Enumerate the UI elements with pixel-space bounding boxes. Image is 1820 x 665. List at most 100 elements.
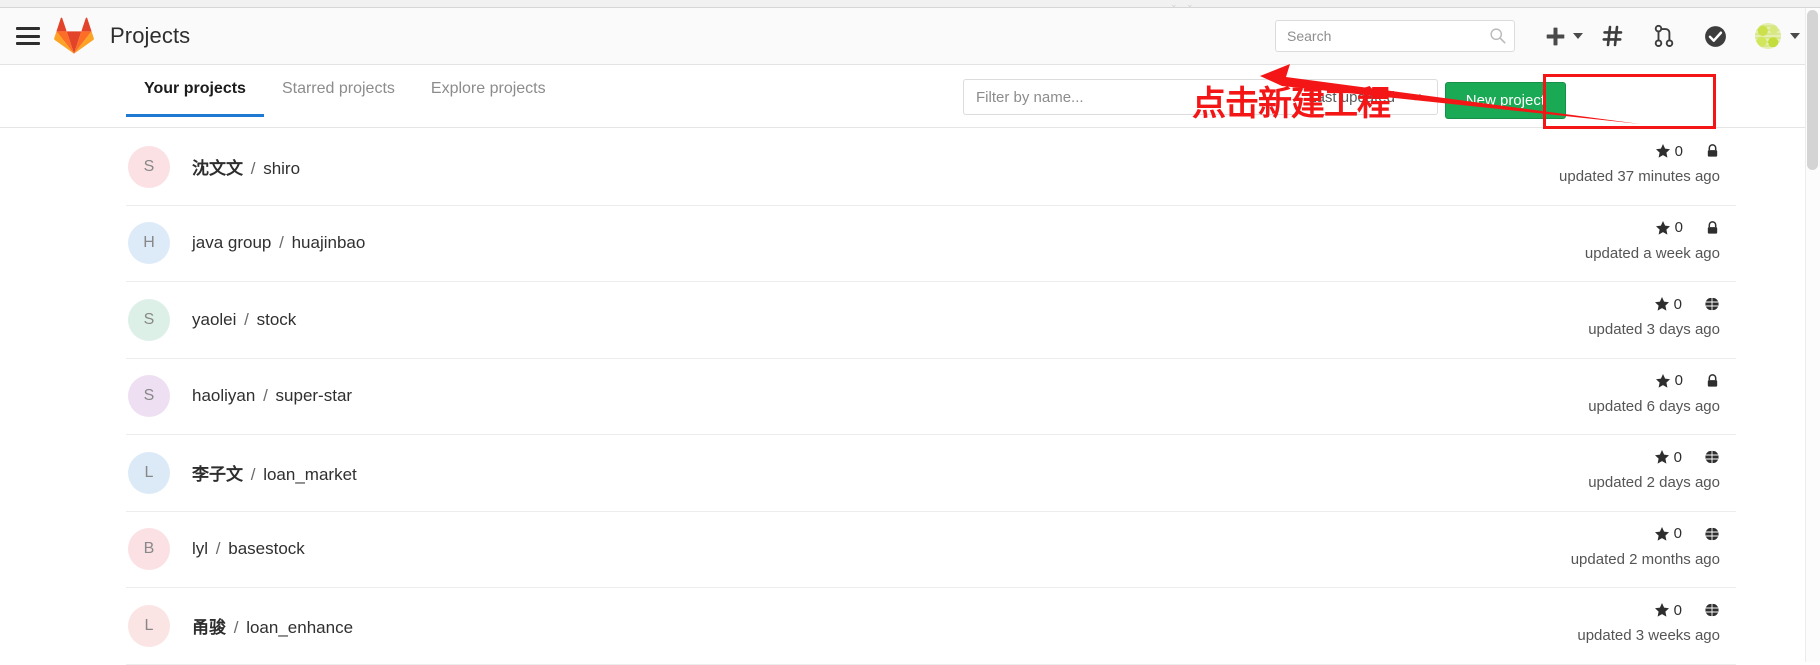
visibility-private-lock-icon — [1705, 373, 1720, 389]
projects-subheader: Your projects Starred projects Explore p… — [0, 66, 1820, 128]
star-icon — [1655, 373, 1670, 388]
browser-window-controls: ⌄ ⌄ — [1170, 0, 1197, 9]
visibility-private-lock-icon — [1705, 143, 1720, 159]
project-name-link[interactable]: yaolei / stock — [192, 310, 296, 330]
visibility-public-globe-icon — [1704, 296, 1720, 312]
browser-chrome-strip: ⌄ ⌄ — [0, 0, 1820, 9]
page-title: Projects — [110, 23, 191, 48]
filter-by-name-input[interactable] — [964, 80, 1309, 114]
table-row[interactable]: S 沈文文 / shiro 0 updated 37 minutes ago — [126, 129, 1736, 206]
name-separator: / — [250, 465, 256, 485]
avatar: S — [128, 298, 170, 341]
star-count-group[interactable]: 0 — [1655, 219, 1683, 236]
avatar: L — [128, 604, 170, 647]
table-row[interactable]: H java group / huajinbao 0 updated a wee… — [126, 206, 1736, 282]
row-meta: 0 updated 2 days ago — [1588, 447, 1720, 491]
project-name-link[interactable]: lyl / basestock — [192, 539, 305, 559]
search-field-wrapper — [1275, 20, 1515, 52]
row-meta: 0 updated a week ago — [1585, 218, 1720, 262]
star-count-group[interactable]: 0 — [1654, 449, 1682, 466]
visibility-private-lock-icon — [1705, 220, 1720, 236]
row-meta: 0 updated 2 months ago — [1571, 524, 1720, 568]
new-project-button[interactable]: New project — [1444, 82, 1566, 119]
visibility-public-globe-icon — [1704, 449, 1720, 465]
visibility-public-globe-icon — [1704, 526, 1720, 542]
updated-timestamp: updated 37 minutes ago — [1559, 168, 1720, 185]
visibility-public-globe-icon — [1704, 602, 1720, 618]
name-separator: / — [233, 618, 239, 638]
search-input[interactable] — [1275, 20, 1515, 52]
project-namespace: 沈文文 — [192, 159, 243, 179]
project-name: loan_enhance — [246, 618, 354, 638]
tab-your-projects[interactable]: Your projects — [126, 80, 264, 117]
updated-timestamp: updated a week ago — [1584, 244, 1720, 262]
top-navbar: Projects — [0, 8, 1820, 65]
star-count-group[interactable]: 0 — [1654, 525, 1682, 542]
star-count-group[interactable]: 0 — [1655, 143, 1683, 160]
star-count: 0 — [1673, 448, 1682, 466]
issues-hash-icon[interactable] — [1601, 16, 1625, 56]
plus-icon[interactable] — [1545, 16, 1566, 56]
star-count-group[interactable]: 0 — [1654, 296, 1682, 313]
navbar-right-group — [1275, 16, 1820, 56]
updated-timestamp: updated 3 weeks ago — [1577, 627, 1720, 644]
projects-list: S 沈文文 / shiro 0 updated 37 minutes ago H… — [126, 129, 1736, 665]
user-menu-chevron-icon[interactable] — [1790, 33, 1800, 39]
projects-tabs: Your projects Starred projects Explore p… — [126, 80, 564, 117]
project-name-link[interactable]: 李子文 / loan_market — [192, 460, 357, 485]
project-name: loan_market — [263, 465, 357, 485]
avatar: L — [128, 451, 170, 494]
project-name-link[interactable]: 甬骏 / loan_enhance — [192, 613, 353, 638]
filter-bar: Last updated — [963, 79, 1438, 115]
star-count-group[interactable]: 0 — [1654, 602, 1682, 619]
star-count: 0 — [1674, 142, 1683, 160]
chevron-down-icon[interactable] — [1407, 89, 1423, 105]
star-count: 0 — [1674, 372, 1683, 389]
star-icon — [1654, 603, 1669, 617]
project-namespace: java group — [192, 233, 272, 253]
todos-check-icon[interactable] — [1703, 16, 1728, 56]
updated-timestamp: updated 2 months ago — [1570, 550, 1720, 568]
star-count: 0 — [1674, 219, 1683, 236]
scrollbar-thumb[interactable] — [1807, 10, 1818, 170]
merge-request-icon[interactable] — [1652, 16, 1676, 56]
tab-explore-projects[interactable]: Explore projects — [413, 80, 564, 117]
sort-dropdown-label[interactable]: Last updated — [1308, 89, 1407, 106]
star-icon — [1654, 450, 1669, 464]
star-count: 0 — [1673, 601, 1682, 619]
project-name-link[interactable]: 沈文文 / shiro — [192, 154, 300, 179]
tab-starred-projects[interactable]: Starred projects — [264, 80, 413, 117]
project-namespace: 李子文 — [192, 465, 243, 485]
table-row[interactable]: L 甬骏 / loan_enhance 0 updated 3 weeks ag… — [126, 588, 1736, 665]
project-namespace: 甬骏 — [192, 618, 226, 638]
name-separator: / — [215, 539, 221, 559]
table-row[interactable]: S haoliyan / super-star 0 updated 6 days… — [126, 359, 1736, 435]
project-namespace: haoliyan — [192, 386, 256, 406]
updated-timestamp: updated 2 days ago — [1588, 474, 1720, 491]
row-meta: 0 updated 6 days ago — [1588, 371, 1720, 415]
table-row[interactable]: S yaolei / stock 0 updated 3 days ago — [126, 282, 1736, 359]
project-name-link[interactable]: haoliyan / super-star — [192, 386, 352, 406]
project-name-link[interactable]: java group / huajinbao — [192, 233, 365, 253]
gitlab-logo-icon[interactable] — [54, 17, 94, 55]
name-separator: / — [263, 386, 268, 406]
project-name: basestock — [228, 539, 305, 559]
star-count: 0 — [1673, 295, 1682, 313]
project-name: stock — [256, 309, 297, 329]
page-scrollbar[interactable] — [1805, 8, 1820, 662]
plus-dropdown-chevron-icon[interactable] — [1573, 33, 1583, 39]
star-icon — [1655, 144, 1670, 158]
table-row[interactable]: L 李子文 / loan_market 0 updated 2 days ago — [126, 435, 1736, 512]
project-namespace: yaolei — [192, 309, 237, 329]
star-count-group[interactable]: 0 — [1655, 372, 1683, 389]
avatar: S — [128, 375, 170, 418]
name-separator: / — [279, 233, 284, 253]
hamburger-icon[interactable] — [14, 25, 42, 47]
row-meta: 0 updated 3 weeks ago — [1577, 600, 1720, 644]
row-meta: 0 updated 3 days ago — [1588, 294, 1720, 338]
user-avatar-identicon[interactable] — [1755, 23, 1781, 49]
project-name: shiro — [263, 159, 301, 179]
star-icon — [1654, 526, 1669, 541]
star-count: 0 — [1673, 525, 1682, 542]
table-row[interactable]: B lyl / basestock 0 updated 2 months ago — [126, 512, 1736, 588]
